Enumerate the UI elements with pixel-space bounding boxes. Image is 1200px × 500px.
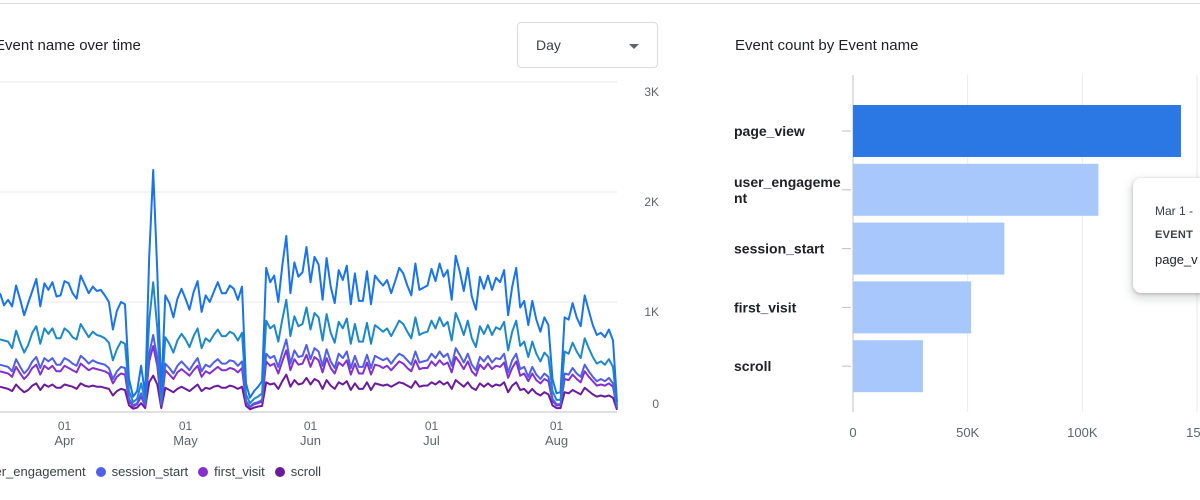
legend-item[interactable]: scroll [274, 464, 322, 479]
line-x-tick-month: Apr [54, 433, 75, 448]
bar-session-start [853, 222, 1005, 275]
legend-dot-icon [95, 466, 106, 477]
line-y-tick-label: 2K [644, 195, 659, 209]
bar-x-tick-label: 0 [849, 425, 856, 440]
bar-category-label: first_visit [734, 299, 797, 315]
line-x-tick-day: 01 [550, 419, 564, 433]
line-y-tick-label: 3K [644, 85, 659, 99]
bar-user-engageme-nt [853, 163, 1099, 216]
bar-tooltip: Mar 1 - EVENT page_v [1133, 178, 1200, 293]
line-y-tick-label: 1K [644, 305, 659, 319]
line-x-tick-month: May [173, 433, 198, 448]
legend-label: scroll [290, 464, 322, 479]
charts-canvas: 3K2K1K001Apr01May01Jun01Jul01Aug0 50K 100K… [0, 75, 1200, 448]
legend-item[interactable]: session_start [95, 464, 189, 479]
tooltip-dimension-value: page_v [1155, 252, 1198, 267]
line-x-tick-month: Aug [545, 433, 568, 448]
line-x-tick-day: 01 [179, 419, 193, 433]
line-x-tick-day: 01 [304, 419, 318, 433]
bar-x-tick-label: 150 [1186, 425, 1200, 440]
line-x-tick-month: Jul [423, 433, 440, 448]
line-x-tick-month: Jun [300, 433, 321, 448]
legend-label: session_start [111, 464, 189, 479]
legend-dot-icon [274, 466, 285, 477]
legend-dot-icon [198, 466, 209, 477]
line-y-tick-label: 0 [652, 397, 659, 411]
bar-category-label: scroll [734, 358, 771, 374]
bar-category-label: page_view [734, 123, 805, 139]
bar-category-label: user_engageme nt [734, 174, 841, 206]
tooltip-date: Mar 1 - [1155, 204, 1194, 218]
line-series-scroll [0, 373, 618, 411]
bar-category-label: session_start [734, 241, 825, 257]
bar-first-visit [853, 281, 972, 334]
legend-item[interactable]: ser_engagement [0, 464, 86, 479]
legend-label: first_visit [214, 464, 265, 479]
bar-x-tick-label: 100K [1067, 425, 1098, 440]
line-x-tick-day: 01 [58, 419, 72, 433]
bar-scroll [853, 340, 923, 393]
bar-x-tick-label: 50K [956, 425, 979, 440]
legend-item[interactable]: first_visit [198, 464, 265, 479]
legend-label: ser_engagement [0, 464, 86, 479]
tooltip-dimension-label: EVENT [1155, 229, 1194, 241]
line-x-tick-day: 01 [425, 419, 439, 433]
bar-page-view [853, 105, 1181, 157]
line-chart-legend: ser_engagement session_start first_visit sc… [0, 464, 331, 479]
